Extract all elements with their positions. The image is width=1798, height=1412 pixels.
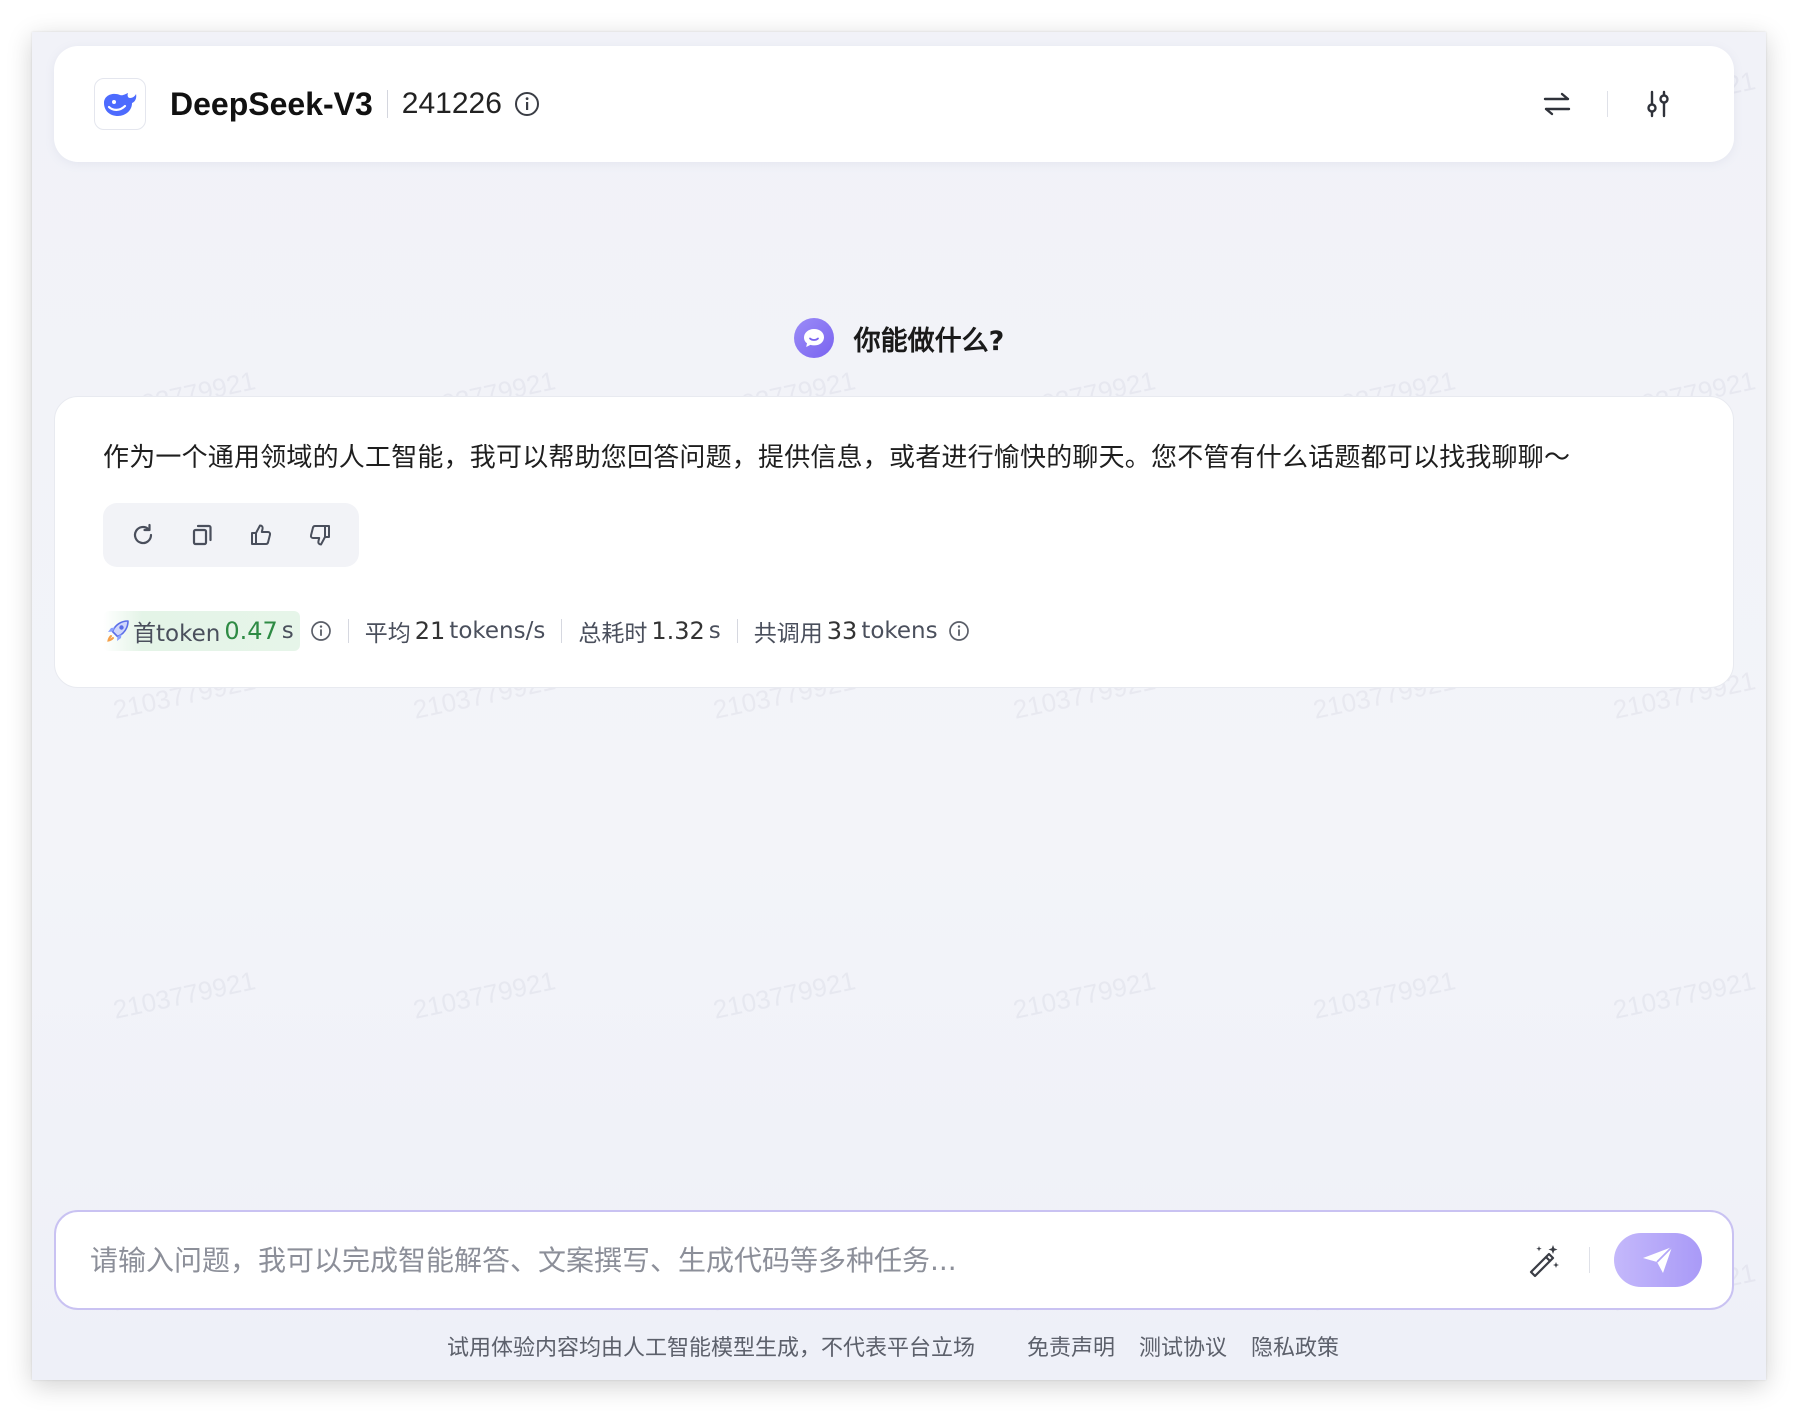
watermark: 2103779921	[1310, 965, 1459, 1025]
send-button[interactable]	[1614, 1233, 1702, 1287]
footer: 试用体验内容均由人工智能模型生成，不代表平台立场 免责声明 测试协议 隐私政策	[32, 1330, 1766, 1362]
app-window: 2103779921 2103779921 2103779921 2103779…	[32, 32, 1766, 1380]
avg-speed-label: 平均	[364, 621, 411, 647]
answer-card: 作为一个通用领域的人工智能，我可以帮助您回答问题，提供信息，或者进行愉快的聊天。…	[54, 396, 1734, 688]
info-icon[interactable]	[514, 91, 540, 117]
answer-text: 作为一个通用领域的人工智能，我可以帮助您回答问题，提供信息，或者进行愉快的聊天。…	[103, 443, 1571, 473]
chat-bubble-icon	[793, 318, 834, 358]
divider	[561, 619, 563, 643]
answer-actions	[103, 503, 359, 567]
footer-link-disclaimer[interactable]: 免责声明	[1027, 1330, 1115, 1362]
swap-icon[interactable]	[1537, 84, 1577, 124]
total-time-unit: s	[708, 618, 721, 644]
watermark: 2103779921	[110, 965, 259, 1025]
divider	[736, 619, 738, 643]
info-icon[interactable]	[310, 620, 332, 642]
first-token-label: 首token	[133, 621, 221, 647]
thumbs-up-icon[interactable]	[241, 515, 281, 555]
rocket-icon	[103, 616, 133, 646]
first-token-stat: 首token 0.47 s	[103, 611, 300, 651]
footer-link-privacy-policy[interactable]: 隐私政策	[1251, 1330, 1339, 1362]
thumbs-down-icon[interactable]	[300, 515, 340, 555]
watermark: 2103779921	[1010, 965, 1159, 1025]
deepseek-whale-icon	[94, 78, 146, 130]
magic-wand-icon[interactable]	[1521, 1238, 1565, 1282]
footer-link-test-agreement[interactable]: 测试协议	[1139, 1330, 1227, 1362]
header-actions	[1537, 84, 1678, 124]
total-time-value: 1.32	[651, 617, 705, 645]
chat-input[interactable]	[90, 1243, 1521, 1277]
total-calls-value: 33	[826, 617, 858, 645]
divider	[386, 90, 388, 118]
total-calls-unit: tokens	[861, 618, 938, 644]
divider	[1607, 91, 1608, 117]
watermark: 2103779921	[410, 965, 559, 1025]
response-stats: 首token 0.47 s 平均 21 tokens/s 总耗时 1.32 s …	[103, 611, 970, 651]
user-question: 你能做什么?	[32, 318, 1766, 358]
divider	[347, 619, 349, 643]
send-icon	[1643, 1246, 1673, 1273]
first-token-value: 0.47	[224, 617, 278, 645]
footer-disclaimer: 试用体验内容均由人工智能模型生成，不代表平台立场	[446, 1336, 975, 1361]
first-token-unit: s	[281, 618, 294, 644]
watermark: 2103779921	[1610, 965, 1759, 1025]
divider	[1589, 1247, 1590, 1273]
total-calls-label: 共调用	[753, 621, 823, 647]
model-name: DeepSeek-V3	[170, 85, 373, 122]
info-icon[interactable]	[948, 620, 970, 642]
avg-speed-value: 21	[414, 617, 446, 645]
total-time-label: 总耗时	[578, 621, 648, 647]
chat-input-box	[54, 1210, 1734, 1310]
model-version: 241226	[401, 87, 502, 120]
refresh-icon[interactable]	[123, 515, 163, 555]
settings-sliders-icon[interactable]	[1638, 84, 1678, 124]
question-text: 你能做什么?	[853, 325, 1005, 357]
copy-icon[interactable]	[182, 515, 222, 555]
header-bar: DeepSeek-V3 241226	[54, 46, 1734, 162]
watermark-layer: 2103779921 2103779921 2103779921 2103779…	[32, 32, 1766, 1380]
watermark: 2103779921	[710, 965, 859, 1025]
avg-speed-unit: tokens/s	[449, 618, 546, 644]
